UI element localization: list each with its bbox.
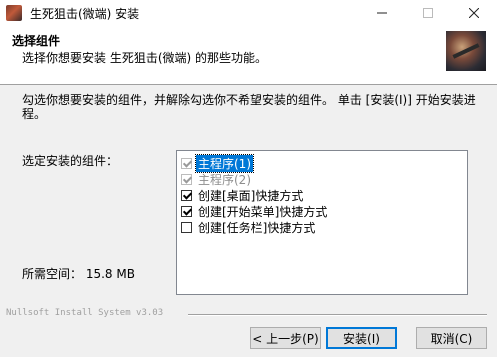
space-required-label: 所需空间： 15.8 MB bbox=[22, 267, 135, 281]
back-button[interactable]: < 上一步(P) bbox=[250, 327, 321, 349]
select-components-label: 选定安装的组件： bbox=[22, 154, 119, 168]
window-title: 生死狙击(微端) 安装 bbox=[30, 7, 140, 21]
component-item-start-menu-shortcut[interactable]: 创建[开始菜单]快捷方式 bbox=[181, 203, 329, 219]
game-logo bbox=[446, 31, 486, 71]
minimize-button[interactable] bbox=[359, 0, 405, 26]
component-item-main-1[interactable]: 主程序(1) bbox=[181, 153, 254, 173]
cancel-button[interactable]: 取消(C) bbox=[416, 327, 487, 349]
close-button[interactable] bbox=[451, 0, 497, 26]
footer-divider bbox=[188, 314, 487, 316]
component-item-desktop-shortcut[interactable]: 创建[桌面]快捷方式 bbox=[181, 187, 305, 203]
checkbox[interactable] bbox=[181, 157, 192, 169]
component-item-main-2[interactable]: 主程序(2) bbox=[181, 171, 253, 187]
components-list[interactable]: 主程序(1) 主程序(2) 创建[桌面]快捷方式 创建[开始菜单]快捷方式 创建… bbox=[176, 150, 468, 295]
component-label: 主程序(2) bbox=[198, 172, 251, 187]
maximize-icon bbox=[423, 8, 433, 18]
close-icon bbox=[469, 8, 479, 18]
checkbox[interactable] bbox=[181, 189, 192, 201]
minimize-icon bbox=[377, 12, 387, 14]
page-subtitle: 选择你想要安装 生死狙击(微端) 的那些功能。 bbox=[22, 51, 267, 65]
header-panel: 选择组件 选择你想要安装 生死狙击(微端) 的那些功能。 bbox=[0, 26, 497, 85]
component-item-taskbar-shortcut[interactable]: 创建[任务栏]快捷方式 bbox=[181, 219, 317, 235]
title-bar[interactable]: 生死狙击(微端) 安装 bbox=[0, 0, 497, 26]
component-label: 创建[开始菜单]快捷方式 bbox=[198, 204, 328, 219]
app-icon bbox=[6, 5, 22, 21]
checkbox[interactable] bbox=[181, 173, 192, 185]
component-label: 创建[桌面]快捷方式 bbox=[198, 188, 304, 203]
nsis-branding: Nullsoft Install System v3.03 bbox=[6, 308, 164, 318]
component-label: 主程序(1) bbox=[195, 153, 254, 173]
instructions-text: 勾选你想要安装的组件，并解除勾选你不希望安装的组件。 单击 [安装(I)] 开始… bbox=[22, 93, 476, 121]
checkbox[interactable] bbox=[181, 221, 192, 233]
component-label: 创建[任务栏]快捷方式 bbox=[198, 220, 316, 235]
maximize-button[interactable] bbox=[405, 0, 451, 26]
checkbox[interactable] bbox=[181, 205, 192, 217]
install-button[interactable]: 安装(I) bbox=[326, 327, 397, 349]
page-title: 选择组件 bbox=[12, 34, 61, 48]
